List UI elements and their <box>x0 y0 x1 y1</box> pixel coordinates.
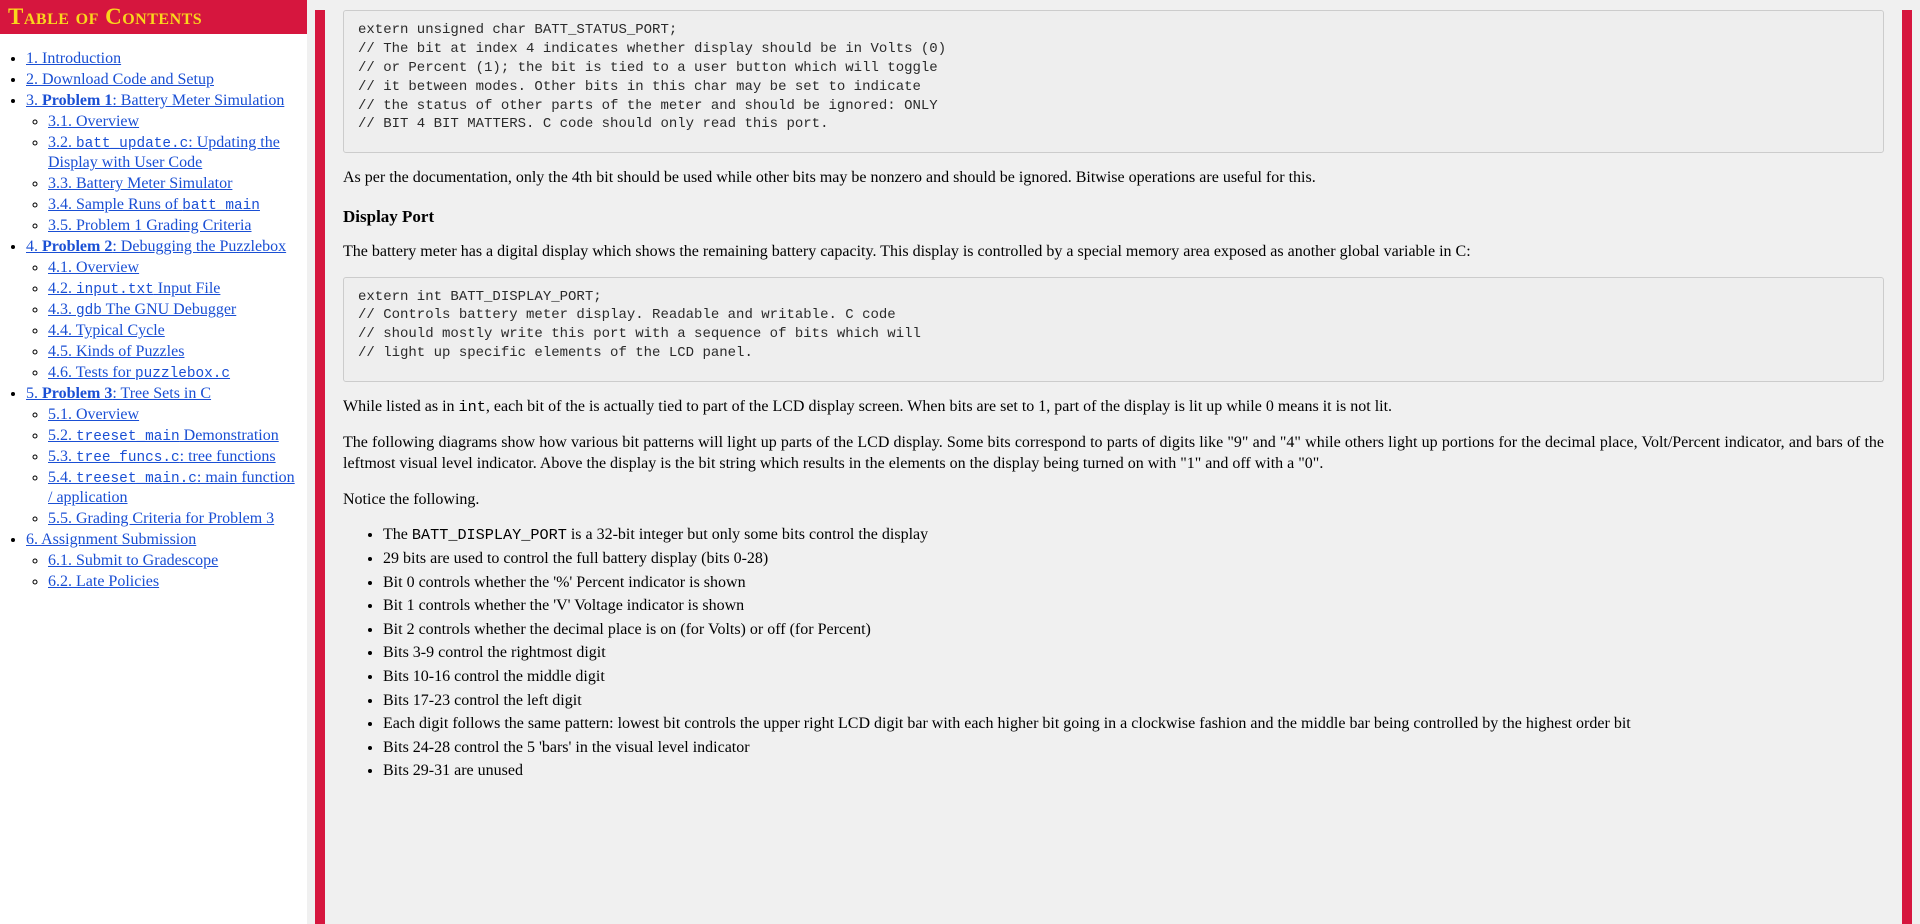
toc-link[interactable]: 4.2. input.txt Input File <box>48 280 220 297</box>
code-text: extern unsigned char BATT_STATUS_PORT; /… <box>358 21 1869 134</box>
toc-link[interactable]: 5.5. Grading Criteria for Problem 3 <box>48 510 274 527</box>
content-frame: extern unsigned char BATT_STATUS_PORT; /… <box>315 10 1912 924</box>
paragraph: While listed as in int, each bit of the … <box>343 396 1884 418</box>
toc-link[interactable]: 4. Problem 2: Debugging the Puzzlebox <box>26 238 286 255</box>
toc-link[interactable]: 3.3. Battery Meter Simulator <box>48 175 232 192</box>
toc-link[interactable]: 2. Download Code and Setup <box>26 71 214 88</box>
list-item: Bit 1 controls whether the 'V' Voltage i… <box>383 595 1884 617</box>
list-item: The BATT_DISPLAY_PORT is a 32-bit intege… <box>383 524 1884 546</box>
toc-subitem: 3.5. Problem 1 Grading Criteria <box>48 216 301 236</box>
toc-subitem: 5.4. treeset_main.c: main function / app… <box>48 468 301 508</box>
code-block-display-port[interactable]: extern int BATT_DISPLAY_PORT; // Control… <box>343 277 1884 383</box>
toc-link[interactable]: 5.2. treeset_main Demonstration <box>48 427 279 444</box>
toc-link[interactable]: 3.2. batt_update.c: Updating the Display… <box>48 134 280 171</box>
toc-subitem: 3.3. Battery Meter Simulator <box>48 174 301 194</box>
toc-link[interactable]: 4.3. gdb The GNU Debugger <box>48 301 236 318</box>
toc-subitem: 4.2. input.txt Input File <box>48 279 301 299</box>
inline-code: BATT_DISPLAY_PORT <box>412 526 567 544</box>
toc-link[interactable]: 6. Assignment Submission <box>26 531 196 548</box>
toc-subitem: 5.3. tree_funcs.c: tree functions <box>48 447 301 467</box>
toc-link[interactable]: 3.1. Overview <box>48 113 139 130</box>
toc-subitem: 4.1. Overview <box>48 258 301 278</box>
heading-display-port: Display Port <box>343 207 1884 227</box>
toc-subitem: 4.5. Kinds of Puzzles <box>48 342 301 362</box>
paragraph: Notice the following. <box>343 489 1884 511</box>
paragraph: As per the documentation, only the 4th b… <box>343 167 1884 189</box>
toc-subitem: 6.2. Late Policies <box>48 572 301 592</box>
list-item: Bit 0 controls whether the '%' Percent i… <box>383 572 1884 594</box>
toc-item: 1. Introduction <box>26 49 301 69</box>
toc-item: 6. Assignment Submission 6.1. Submit to G… <box>26 530 301 592</box>
paragraph: The battery meter has a digital display … <box>343 241 1884 263</box>
list-item: Bits 24-28 control the 5 'bars' in the v… <box>383 737 1884 759</box>
toc-subitem: 3.1. Overview <box>48 112 301 132</box>
toc-link[interactable]: 1. Introduction <box>26 50 121 67</box>
toc-link[interactable]: 3. Problem 1: Battery Meter Simulation <box>26 92 284 109</box>
toc-item: 2. Download Code and Setup <box>26 70 301 90</box>
toc-link[interactable]: 5.3. tree_funcs.c: tree functions <box>48 448 276 465</box>
toc-subitem: 4.4. Typical Cycle <box>48 321 301 341</box>
toc-subitem: 5.1. Overview <box>48 405 301 425</box>
main-content-scroll[interactable]: extern unsigned char BATT_STATUS_PORT; /… <box>307 0 1920 924</box>
toc-link[interactable]: 5.1. Overview <box>48 406 139 423</box>
list-item: Bit 2 controls whether the decimal place… <box>383 619 1884 641</box>
toc-link[interactable]: 3.4. Sample Runs of batt_main <box>48 196 260 213</box>
paragraph: The following diagrams show how various … <box>343 432 1884 475</box>
content: extern unsigned char BATT_STATUS_PORT; /… <box>325 10 1902 924</box>
toc-link[interactable]: 6.1. Submit to Gradescope <box>48 552 218 569</box>
toc-link[interactable]: 5. Problem 3: Tree Sets in C <box>26 385 211 402</box>
toc-item: 5. Problem 3: Tree Sets in C 5.1. Overvie… <box>26 384 301 529</box>
list-item: Bits 3-9 control the rightmost digit <box>383 642 1884 664</box>
toc-link[interactable]: 4.5. Kinds of Puzzles <box>48 343 184 360</box>
list-item: Bits 29-31 are unused <box>383 760 1884 782</box>
code-text: extern int BATT_DISPLAY_PORT; // Control… <box>358 288 1869 364</box>
toc-subitem: 4.3. gdb The GNU Debugger <box>48 300 301 320</box>
toc-subitem: 3.2. batt_update.c: Updating the Display… <box>48 133 301 173</box>
toc-link[interactable]: 4.6. Tests for puzzlebox.c <box>48 364 230 381</box>
sidebar: Table of Contents 1. Introduction 2. Down… <box>0 0 307 924</box>
toc-list[interactable]: 1. Introduction 2. Download Code and Setu… <box>0 34 307 924</box>
toc-subitem: 5.5. Grading Criteria for Problem 3 <box>48 509 301 529</box>
toc-subitem: 6.1. Submit to Gradescope <box>48 551 301 571</box>
toc-subitem: 5.2. treeset_main Demonstration <box>48 426 301 446</box>
toc-subitem: 4.6. Tests for puzzlebox.c <box>48 363 301 383</box>
code-block-status-port[interactable]: extern unsigned char BATT_STATUS_PORT; /… <box>343 10 1884 153</box>
inline-code: int <box>459 398 486 416</box>
list-item: 29 bits are used to control the full bat… <box>383 548 1884 570</box>
toc-link[interactable]: 3.5. Problem 1 Grading Criteria <box>48 217 252 234</box>
toc-title: Table of Contents <box>0 0 307 34</box>
toc-item: 4. Problem 2: Debugging the Puzzlebox 4.1… <box>26 237 301 383</box>
toc-link[interactable]: 4.1. Overview <box>48 259 139 276</box>
toc-subitem: 3.4. Sample Runs of batt_main <box>48 195 301 215</box>
toc-link[interactable]: 5.4. treeset_main.c: main function / app… <box>48 469 295 506</box>
notes-list: The BATT_DISPLAY_PORT is a 32-bit intege… <box>343 524 1884 782</box>
list-item: Bits 10-16 control the middle digit <box>383 666 1884 688</box>
toc-item: 3. Problem 1: Battery Meter Simulation 3.… <box>26 91 301 236</box>
list-item: Each digit follows the same pattern: low… <box>383 713 1884 735</box>
toc-link[interactable]: 4.4. Typical Cycle <box>48 322 165 339</box>
list-item: Bits 17-23 control the left digit <box>383 690 1884 712</box>
toc-link[interactable]: 6.2. Late Policies <box>48 573 159 590</box>
